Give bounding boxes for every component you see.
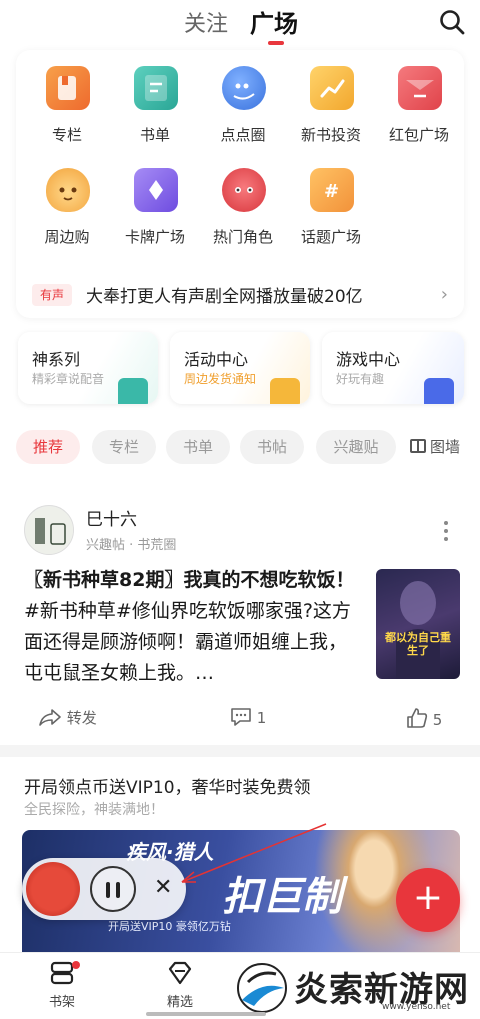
card-subtitle: 周边发货通知 [184,372,257,386]
chip-interest-post[interactable]: 兴趣贴 [316,430,396,464]
card-subtitle: 好玩有趣 [336,372,385,386]
like-button[interactable]: 5 [406,707,442,729]
nav-label: 精选 [166,995,193,1010]
like-count: 5 [432,711,443,729]
view-toggle-label: 图墙 [430,438,461,456]
news-ticker[interactable]: 有声 大奉打更人有声剧全网播放量破20亿 › [16,272,464,316]
avatar[interactable] [24,505,74,555]
banner-caption: 开局送VIP10 豪领亿万钻 [108,920,231,933]
svg-text:#: # [324,181,339,202]
tab-square[interactable]: 广场 [250,4,298,39]
feature-label: 红包广场 [388,126,449,144]
comment-button[interactable]: 1 [230,707,266,727]
feature-label: 新书投资 [300,126,361,144]
feature-label: 书单 [139,126,170,144]
filter-chips: 推荐 专栏 书单 书帖 兴趣贴 图墙 [0,430,480,466]
feature-label: 热门角色 [212,228,273,246]
card-god-series[interactable]: 神系列 精彩章说配音 [18,332,158,404]
column-icon [46,66,90,110]
share-icon [39,709,61,726]
chevron-right-icon: › [440,284,448,305]
character-icon [222,168,266,212]
tab-follow[interactable]: 关注 [184,6,228,38]
floating-audio-player[interactable]: ✕ [22,858,186,920]
annotation-arrow [181,823,327,883]
robot-icon [118,378,148,404]
watermark-url: www.yenso.net [382,1002,451,1012]
feature-label: 周边购 [44,228,90,246]
post-title: 开局领点币送VIP10，奢华时装免费领 [24,778,311,798]
card-title: 游戏中心 [336,350,401,369]
post-content[interactable]: 〖新书种草82期〗我真的不想吃软饭！ #新书种草#修仙界吃软饭哪家强?这方面还得是… [24,565,364,689]
feature-new-book-invest[interactable]: 新书投资 [288,50,374,144]
home-indicator [146,1012,266,1016]
card-icon [134,168,178,212]
nav-label: 书架 [48,995,75,1010]
card-activity-center[interactable]: 活动中心 周边发货通知 [170,332,310,404]
diamond-icon [168,961,192,985]
card-title: 神系列 [32,350,81,369]
news-headline: 大奉打更人有声剧全网播放量破20亿 [86,287,363,307]
card-game-center[interactable]: 游戏中心 好玩有趣 [322,332,464,404]
feature-grid: 专栏 书单 点点圈 新书投资 红包广场 周边购 卡牌广场 热门角色 # 话题广场… [16,50,464,318]
red-packet-icon [398,66,442,110]
thumbs-up-icon [407,708,428,728]
card-subtitle: 精彩章说配音 [32,372,105,386]
audio-cover[interactable] [26,862,80,916]
search-icon[interactable] [438,8,466,36]
feature-booklist[interactable]: 书单 [112,50,198,144]
comment-icon [231,708,251,726]
booklist-icon [134,66,178,110]
feature-topic-square[interactable]: # 话题广场 [288,152,374,246]
more-options-icon[interactable] [442,519,450,543]
invest-icon [310,66,354,110]
feature-red-packet[interactable]: 红包广场 [376,50,462,144]
feature-label: 卡牌广场 [124,228,185,246]
hashtag-icon: # [310,168,354,212]
gamepad-icon [424,378,454,404]
pause-icon [106,882,110,898]
feature-dot-circle[interactable]: 点点圈 [200,50,286,144]
chip-recommend[interactable]: 推荐 [16,430,80,464]
post-actions: 转发 1 5 [0,701,480,737]
author-name[interactable]: 巳十六 [86,505,137,530]
feature-merch[interactable]: 周边购 [24,152,110,246]
grid-view-icon [410,439,426,453]
feature-hot-character[interactable]: 热门角色 [200,152,286,246]
fox-icon [46,168,90,212]
create-post-button[interactable]: + [396,868,460,932]
post-text: #新书种草#修仙界吃软饭哪家强?这方面还得是顾游倾啊！霸道师姐缠上我，屯屯鼠圣女… [24,600,351,684]
chat-circle-icon [222,66,266,110]
feature-label: 点点圈 [220,126,266,144]
news-tag: 有声 [32,284,72,306]
share-button[interactable]: 转发 [38,707,97,728]
feature-label: 专栏 [51,126,82,144]
notification-dot [72,961,80,969]
post-thumbnail[interactable]: 都以为自己重生了 [376,569,460,679]
nav-bookshelf[interactable]: 书架 [32,959,92,1010]
chip-book-post[interactable]: 书帖 [240,430,304,464]
watermark-logo [237,963,287,1013]
nav-featured[interactable]: 精选 [150,959,210,1010]
feature-card-square[interactable]: 卡牌广场 [112,152,198,246]
feature-column[interactable]: 专栏 [24,50,110,144]
post-subtitle: 全民探险，神装满地！ [24,802,164,818]
active-tab-indicator [268,41,284,45]
chip-booklist[interactable]: 书单 [166,430,230,464]
post-meta: 兴趣帖 · 书荒圈 [86,538,177,553]
view-toggle[interactable]: 图墙 [410,430,460,464]
chip-column[interactable]: 专栏 [92,430,156,464]
card-title: 活动中心 [184,350,249,369]
thumbnail-caption: 都以为自己重生了 [385,631,451,657]
gift-icon [270,378,300,404]
feature-label: 话题广场 [300,228,361,246]
share-label: 转发 [66,709,97,727]
post-card[interactable]: 巳十六 兴趣帖 · 书荒圈 〖新书种草82期〗我真的不想吃软饭！ #新书种草#修仙… [0,487,480,745]
top-navigation: 关注 广场 [0,0,480,48]
comment-count: 1 [256,709,267,727]
pause-button[interactable] [90,866,136,912]
watermark: 炎索新游网 www.yenso.net [232,960,476,1016]
post-title: 〖新书种草82期〗我真的不想吃软饭！ [24,569,355,591]
